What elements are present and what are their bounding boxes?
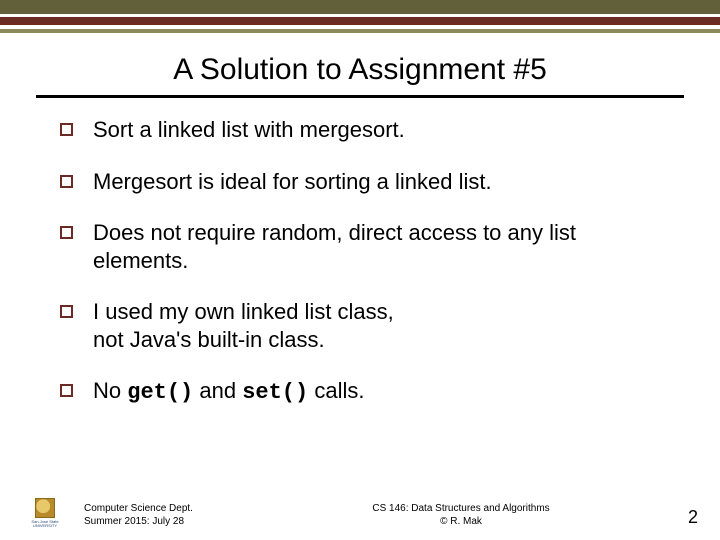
footer-course: CS 146: Data Structures and Algorithms [254, 503, 668, 516]
bullet-text: No get() and set() calls. [93, 377, 670, 407]
decorative-top-bars [0, 0, 720, 33]
footer-author: © R. Mak [254, 516, 668, 529]
footer-term: Summer 2015: July 28 [84, 516, 254, 529]
list-item: No get() and set() calls. [60, 377, 670, 407]
list-item: Mergesort is ideal for sorting a linked … [60, 168, 670, 196]
title-container: A Solution to Assignment #5 [36, 53, 684, 98]
list-item: I used my own linked list class, not Jav… [60, 298, 670, 353]
slide-title: A Solution to Assignment #5 [36, 53, 684, 87]
bullet-text: Mergesort is ideal for sorting a linked … [93, 168, 670, 196]
bullet-box-icon [60, 175, 73, 188]
bullet-text: Sort a linked list with mergesort. [93, 116, 670, 144]
bullet-box-icon [60, 305, 73, 318]
code-get: get() [127, 380, 193, 405]
code-set: set() [242, 380, 308, 405]
footer-center: CS 146: Data Structures and Algorithms ©… [254, 503, 668, 528]
bullet-text: I used my own linked list class, not Jav… [93, 298, 670, 353]
bullet-line-2: not Java's built-in class. [93, 327, 325, 352]
bar-maroon [0, 17, 720, 25]
list-item: Sort a linked list with mergesort. [60, 116, 670, 144]
bar-olive-thin [0, 29, 720, 33]
logo-sub: UNIVERSITY [33, 524, 57, 528]
logo-icon [35, 498, 55, 518]
page-number: 2 [668, 507, 698, 528]
footer-dept: Computer Science Dept. [84, 503, 254, 516]
slide: A Solution to Assignment #5 Sort a linke… [0, 0, 720, 540]
bullet-prefix: No [93, 378, 127, 403]
bullet-mid: and [193, 378, 242, 403]
bullet-box-icon [60, 123, 73, 136]
bullet-list: Sort a linked list with mergesort. Merge… [60, 116, 670, 407]
bullet-line-1: I used my own linked list class, [93, 299, 394, 324]
list-item: Does not require random, direct access t… [60, 219, 670, 274]
slide-footer: San José State UNIVERSITY Computer Scien… [0, 498, 720, 528]
bullet-text: Does not require random, direct access t… [93, 219, 670, 274]
bullet-box-icon [60, 226, 73, 239]
bullet-suffix: calls. [308, 378, 364, 403]
bullet-box-icon [60, 384, 73, 397]
bar-olive [0, 0, 720, 14]
university-logo: San José State UNIVERSITY [30, 498, 60, 528]
slide-body: Sort a linked list with mergesort. Merge… [60, 116, 670, 407]
footer-left: Computer Science Dept. Summer 2015: July… [84, 503, 254, 528]
